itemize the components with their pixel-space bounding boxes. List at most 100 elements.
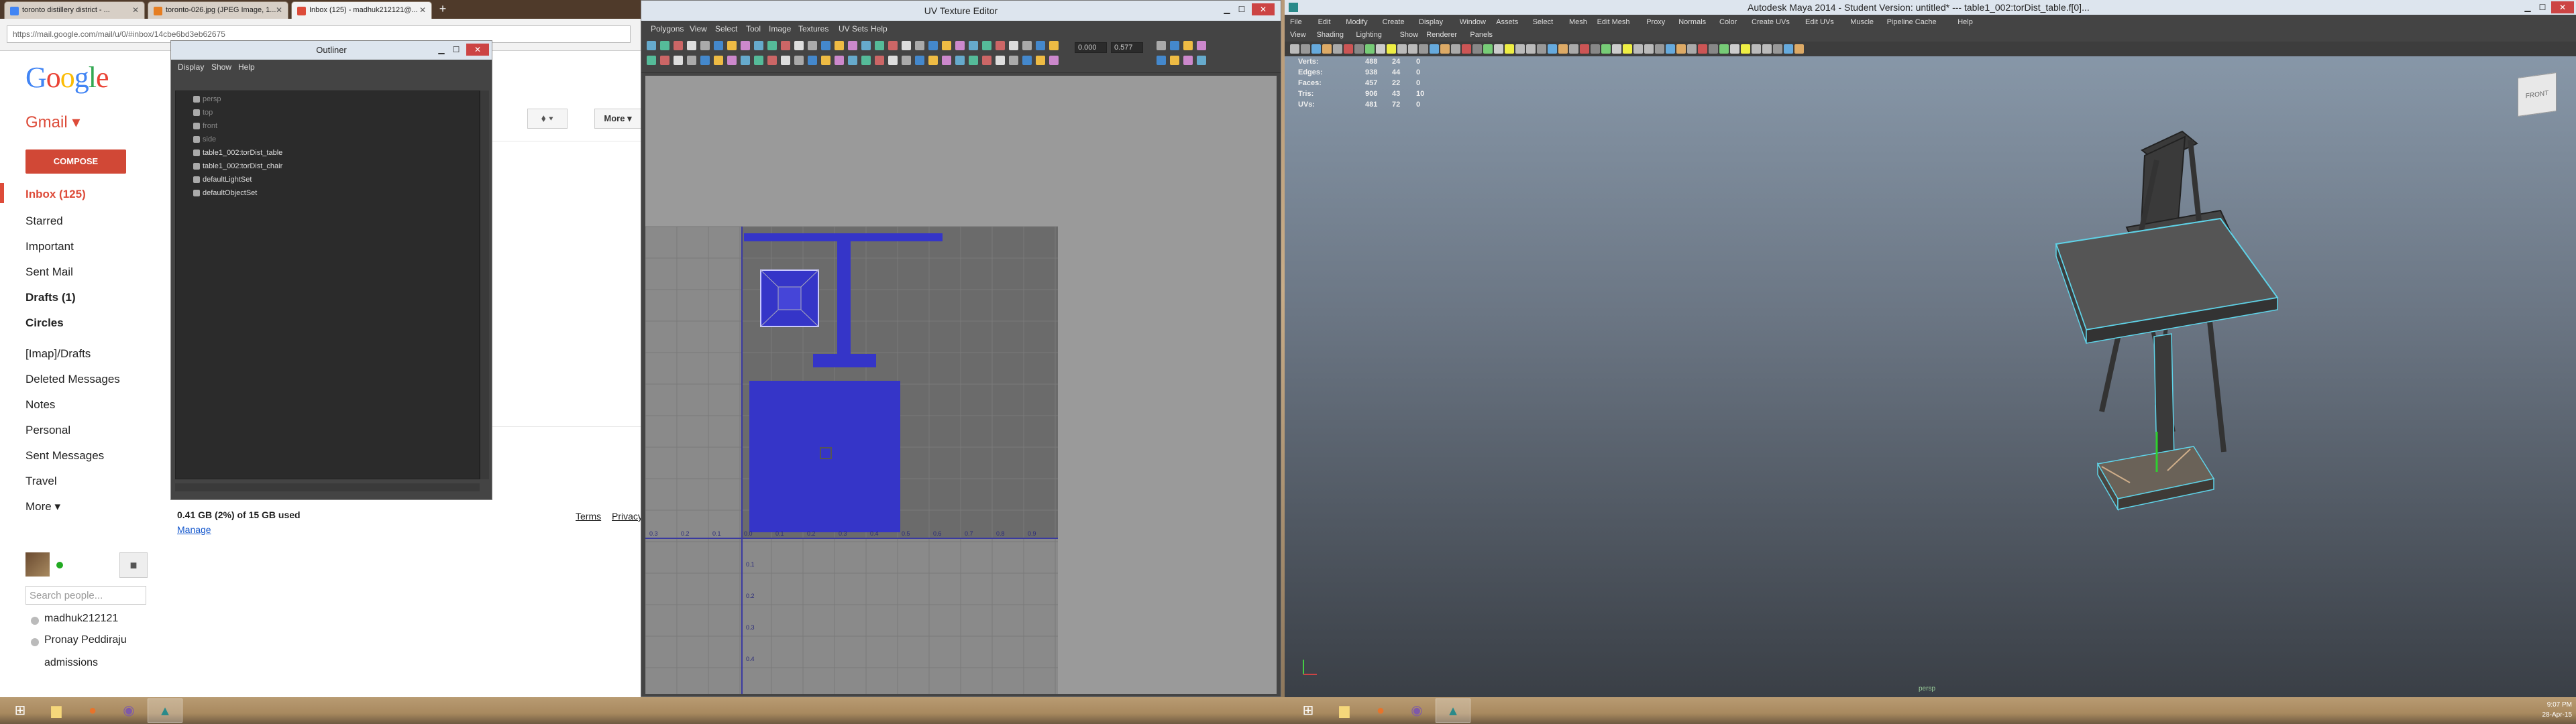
panel-menu-item[interactable]: Panels	[1470, 31, 1493, 39]
uv-tool-icon[interactable]	[955, 41, 965, 50]
nav-inbox[interactable]: Inbox (125)	[25, 188, 86, 201]
outliner-item[interactable]: table1_002:torDist_table	[193, 149, 282, 157]
viewport-tool-icon[interactable]	[1601, 44, 1611, 54]
maximize-icon[interactable]: ☐	[2535, 1, 2550, 13]
uv-tool-icon[interactable]	[781, 41, 790, 50]
nav-notes[interactable]: Notes	[25, 398, 55, 412]
app-icon[interactable]: ◉	[1399, 699, 1434, 723]
viewport-tool-icon[interactable]	[1440, 44, 1450, 54]
maya-menu-item[interactable]: Normals	[1678, 18, 1706, 26]
maya-menu-item[interactable]: Pipeline Cache	[1887, 18, 1937, 26]
uv-shell-leg[interactable]	[837, 240, 851, 362]
maya-menu-item[interactable]: Window	[1460, 18, 1486, 26]
uv-tool-icon[interactable]	[727, 41, 737, 50]
viewport-tool-icon[interactable]	[1762, 44, 1772, 54]
menu-item[interactable]: Polygons	[651, 24, 684, 34]
outliner-item[interactable]: defaultObjectSet	[193, 189, 257, 197]
uv-tool-icon[interactable]	[714, 56, 723, 65]
close-icon[interactable]: ✕	[1252, 3, 1275, 15]
nav-sent-mail[interactable]: Sent Mail	[25, 265, 73, 279]
outliner-item[interactable]: side	[193, 135, 216, 143]
uv-viewport[interactable]: 0.3 0.2 0.1 0.0 0.1 0.2 0.3 0.4 0.5 0.6 0.7 0.8 0.9 …	[645, 76, 1277, 694]
uv-tool-icon[interactable]	[928, 41, 938, 50]
menu-item[interactable]: Show	[211, 62, 231, 72]
outliner-item[interactable]: table1_002:torDist_chair	[193, 162, 282, 170]
privacy-link[interactable]: Privacy	[612, 511, 643, 522]
uv-tool-icon[interactable]	[660, 56, 669, 65]
uv-tool-icon[interactable]	[1157, 56, 1166, 65]
viewport-tool-icon[interactable]	[1311, 44, 1321, 54]
firefox-icon[interactable]: ●	[75, 699, 110, 723]
viewport-tool-icon[interactable]	[1752, 44, 1761, 54]
uv-shell-base[interactable]	[760, 269, 819, 327]
uv-tool-icon[interactable]	[982, 56, 991, 65]
outliner-title-bar[interactable]: Outliner ▁ ☐ ✕	[171, 41, 492, 60]
minimize-icon[interactable]: ▁	[1220, 3, 1234, 15]
uv-tool-icon[interactable]	[754, 56, 763, 65]
panel-menu-item[interactable]: Renderer	[1426, 31, 1457, 39]
menu-item[interactable]: UV Sets	[839, 24, 868, 34]
viewport-tool-icon[interactable]	[1354, 44, 1364, 54]
close-icon[interactable]: ✕	[2551, 1, 2574, 13]
uv-tool-icon[interactable]	[1049, 56, 1059, 65]
search-people-input[interactable]: Search people...	[25, 586, 146, 605]
maya-taskbar-icon[interactable]: ▲	[148, 699, 182, 723]
close-tab-icon[interactable]: ✕	[276, 5, 282, 15]
uv-tool-icon[interactable]	[781, 56, 790, 65]
start-button[interactable]: ⊞	[1291, 699, 1326, 723]
contact-item[interactable]: admissions	[44, 657, 98, 669]
file-explorer-icon[interactable]: ▆	[1327, 699, 1362, 723]
uv-tool-icon[interactable]	[687, 56, 696, 65]
uv-tool-icon[interactable]	[741, 41, 750, 50]
nav-circles[interactable]: Circles	[25, 316, 64, 330]
outliner-item[interactable]: defaultLightSet	[193, 176, 252, 184]
uv-tool-icon[interactable]	[794, 41, 804, 50]
maya-taskbar-icon[interactable]: ▲	[1436, 699, 1470, 723]
maya-menu-item[interactable]: Modify	[1346, 18, 1367, 26]
nav-personal[interactable]: Personal	[25, 424, 70, 437]
menu-item[interactable]: Display	[178, 62, 204, 72]
viewport-tool-icon[interactable]	[1515, 44, 1525, 54]
uv-tool-icon[interactable]	[808, 56, 817, 65]
viewport-tool-icon[interactable]	[1397, 44, 1407, 54]
viewport-tool-icon[interactable]	[1655, 44, 1664, 54]
viewport-tool-icon[interactable]	[1719, 44, 1729, 54]
maya-menu-item[interactable]: Edit Mesh	[1597, 18, 1630, 26]
maya-viewport[interactable]: Verts: 488 24 0 Edges: 938 44 0 Faces: 457 22 0 T…	[1285, 56, 2576, 697]
menu-item[interactable]: View	[690, 24, 707, 34]
outliner-vertical-scrollbar[interactable]	[480, 90, 489, 479]
nav-more[interactable]: More ▾	[25, 500, 60, 514]
panel-menu-item[interactable]: View	[1290, 31, 1306, 39]
menu-item[interactable]: Help	[871, 24, 888, 34]
firefox-icon[interactable]: ●	[1363, 699, 1398, 723]
viewport-tool-icon[interactable]	[1784, 44, 1793, 54]
outliner-item[interactable]: front	[193, 122, 217, 130]
viewport-tool-icon[interactable]	[1290, 44, 1299, 54]
uv-tool-icon[interactable]	[700, 41, 710, 50]
viewport-tool-icon[interactable]	[1376, 44, 1385, 54]
uv-tool-icon[interactable]	[888, 56, 898, 65]
uv-tool-icon[interactable]	[687, 41, 696, 50]
maya-menu-item[interactable]: Select	[1533, 18, 1554, 26]
nav-imap-drafts[interactable]: [Imap]/Drafts	[25, 347, 91, 361]
uv-tool-icon[interactable]	[1183, 56, 1193, 65]
uv-tool-icon[interactable]	[660, 41, 669, 50]
minimize-icon[interactable]: ▁	[434, 44, 449, 56]
nav-important[interactable]: Important	[25, 240, 74, 253]
uv-tool-icon[interactable]	[1022, 56, 1032, 65]
uv-tool-icon[interactable]	[955, 56, 965, 65]
uv-tool-icon[interactable]	[1009, 41, 1018, 50]
viewport-tool-icon[interactable]	[1526, 44, 1536, 54]
uv-tool-icon[interactable]	[714, 41, 723, 50]
uv-tool-icon[interactable]	[647, 56, 656, 65]
viewport-tool-icon[interactable]	[1741, 44, 1750, 54]
viewport-tool-icon[interactable]	[1419, 44, 1428, 54]
uv-tool-icon[interactable]	[915, 56, 924, 65]
contact-item[interactable]: madhuk212121	[44, 613, 118, 625]
maya-menu-item[interactable]: Muscle	[1850, 18, 1874, 26]
uv-tool-icon[interactable]	[727, 56, 737, 65]
minimize-icon[interactable]: ▁	[2520, 1, 2535, 13]
uv-tool-icon[interactable]	[754, 41, 763, 50]
uv-tool-icon[interactable]	[848, 41, 857, 50]
uv-tool-icon[interactable]	[1197, 41, 1206, 50]
